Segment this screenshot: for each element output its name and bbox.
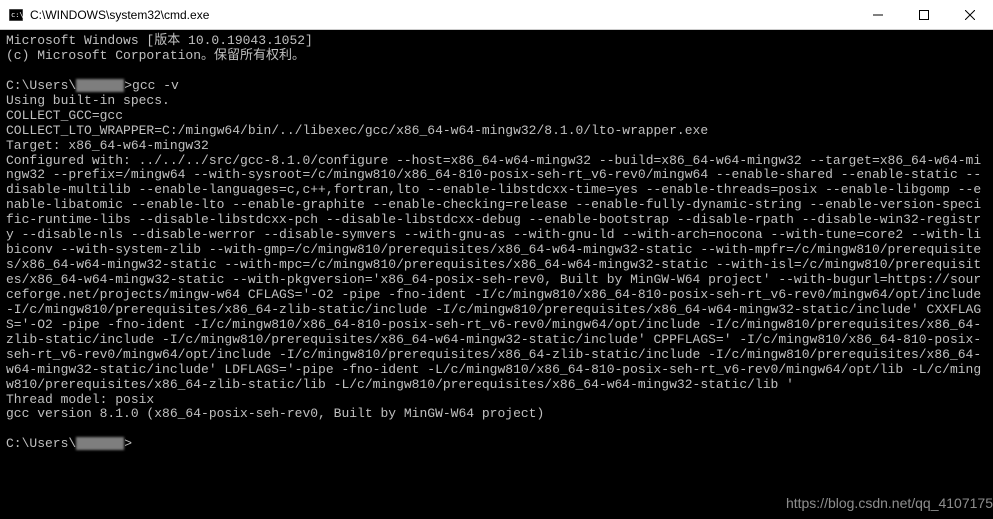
minimize-button[interactable]: [855, 0, 901, 30]
prompt-prefix: C:\Users\: [6, 78, 76, 93]
output-line: Target: x86_64-w64-mingw32: [6, 138, 209, 153]
prompt-suffix: >: [124, 436, 132, 451]
maximize-button[interactable]: [901, 0, 947, 30]
cmd-icon: c:\: [8, 7, 24, 23]
output-line: Using built-in specs.: [6, 93, 170, 108]
window-titlebar: c:\ C:\WINDOWS\system32\cmd.exe: [0, 0, 993, 30]
watermark-text: https://blog.csdn.net/qq_4107175: [786, 495, 993, 511]
output-line: COLLECT_GCC=gcc: [6, 108, 123, 123]
redacted-user: [76, 79, 124, 92]
window-controls: [855, 0, 993, 29]
prompt-prefix: C:\Users\: [6, 436, 76, 451]
output-line: Configured with: ../../../src/gcc-8.1.0/…: [6, 153, 989, 392]
terminal-area[interactable]: Microsoft Windows [版本 10.0.19043.1052] (…: [0, 30, 993, 519]
redacted-user: [76, 437, 124, 450]
output-line: COLLECT_LTO_WRAPPER=C:/mingw64/bin/../li…: [6, 123, 708, 138]
close-button[interactable]: [947, 0, 993, 30]
output-line: Microsoft Windows [版本 10.0.19043.1052]: [6, 33, 313, 48]
output-line: (c) Microsoft Corporation。保留所有权利。: [6, 48, 305, 63]
command-input: >gcc -v: [124, 78, 179, 93]
output-line: gcc version 8.1.0 (x86_64-posix-seh-rev0…: [6, 406, 544, 421]
svg-text:c:\: c:\: [11, 11, 23, 19]
window-title: C:\WINDOWS\system32\cmd.exe: [30, 8, 855, 22]
output-line: Thread model: posix: [6, 392, 154, 407]
